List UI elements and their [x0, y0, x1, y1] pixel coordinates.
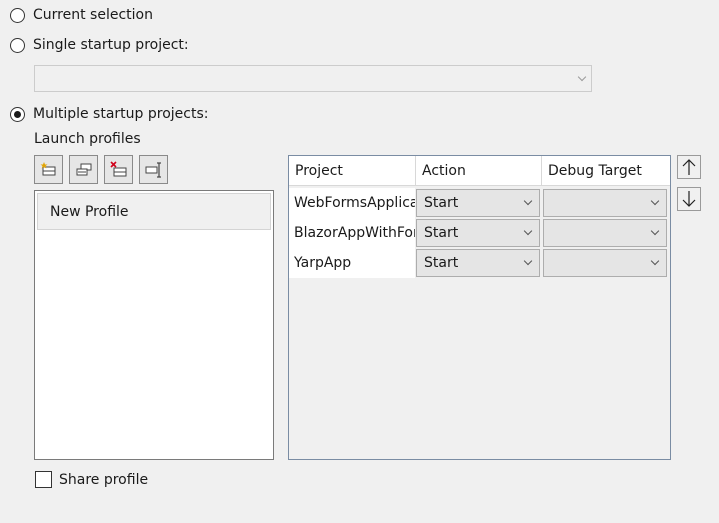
startup-projects-grid[interactable]: Project Action Debug Target WebFormsAppl…: [288, 155, 671, 460]
share-profile-checkbox-row[interactable]: Share profile: [35, 471, 148, 488]
debug-target-dropdown[interactable]: [543, 249, 667, 277]
rename-profile-icon: [145, 161, 161, 178]
single-startup-label: Single startup project:: [33, 37, 189, 53]
column-header-project[interactable]: Project: [289, 156, 416, 186]
table-row[interactable]: YarpApp Start: [289, 248, 667, 278]
project-name-cell: YarpApp: [289, 248, 415, 278]
current-selection-radio[interactable]: Current selection: [10, 5, 153, 25]
table-row[interactable]: WebFormsApplication Start: [289, 188, 667, 218]
table-row[interactable]: BlazorAppWithForms Start: [289, 218, 667, 248]
single-startup-project-dropdown: [34, 65, 592, 92]
duplicate-profile-icon: [76, 163, 91, 175]
grid-header: Project Action Debug Target: [289, 156, 670, 186]
delete-profile-icon: [109, 160, 126, 176]
launch-profiles-label: Launch profiles: [34, 131, 141, 147]
column-header-action[interactable]: Action: [416, 156, 542, 186]
current-selection-radio-circle[interactable]: [10, 7, 25, 23]
new-profile-icon: [40, 161, 55, 175]
chevron-down-icon: [523, 196, 533, 206]
column-header-debug-target[interactable]: Debug Target: [542, 156, 670, 186]
rename-profile-button[interactable]: [139, 155, 168, 184]
new-profile-button[interactable]: [34, 155, 63, 184]
chevron-down-icon: [577, 72, 587, 82]
debug-target-dropdown[interactable]: [543, 219, 667, 247]
launch-profiles-list[interactable]: New Profile: [34, 190, 274, 460]
action-value: Start: [424, 225, 459, 241]
chevron-down-icon: [650, 196, 660, 206]
action-value: Start: [424, 255, 459, 271]
chevron-down-icon: [523, 226, 533, 236]
move-up-button[interactable]: [677, 155, 701, 179]
project-name-cell: BlazorAppWithForms: [289, 218, 415, 248]
arrow-up-icon: [682, 159, 696, 175]
chevron-down-icon: [650, 226, 660, 236]
single-startup-radio[interactable]: Single startup project:: [10, 35, 189, 55]
multiple-startup-radio[interactable]: Multiple startup projects:: [10, 104, 208, 124]
multiple-startup-label: Multiple startup projects:: [33, 106, 209, 122]
arrow-down-icon: [682, 191, 696, 207]
current-selection-label: Current selection: [33, 7, 153, 23]
multiple-startup-radio-circle[interactable]: [10, 106, 25, 122]
share-profile-label: Share profile: [59, 471, 149, 488]
delete-profile-button[interactable]: [104, 155, 133, 184]
chevron-down-icon: [650, 256, 660, 266]
debug-target-dropdown[interactable]: [543, 189, 667, 217]
action-dropdown[interactable]: Start: [416, 249, 540, 277]
action-value: Start: [424, 195, 459, 211]
chevron-down-icon: [523, 256, 533, 266]
action-dropdown[interactable]: Start: [416, 219, 540, 247]
project-name-cell: WebFormsApplication: [289, 188, 415, 218]
list-item[interactable]: New Profile: [37, 193, 271, 230]
action-dropdown[interactable]: Start: [416, 189, 540, 217]
profile-name: New Profile: [50, 203, 129, 220]
move-down-button[interactable]: [677, 187, 701, 211]
single-startup-radio-circle[interactable]: [10, 37, 25, 53]
share-profile-checkbox[interactable]: [35, 471, 52, 488]
duplicate-profile-button[interactable]: [69, 155, 98, 184]
